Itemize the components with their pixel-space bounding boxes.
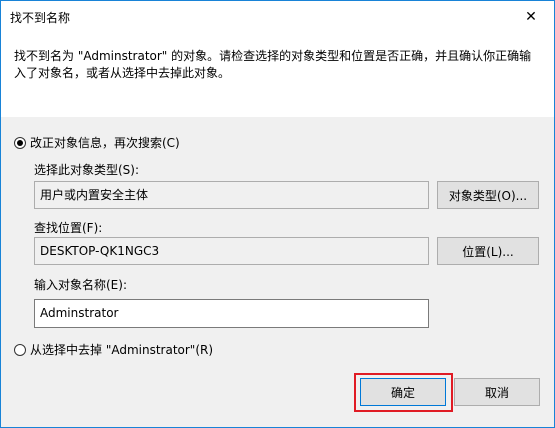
window-title: 找不到名称 (10, 11, 71, 25)
close-icon[interactable]: ✕ (508, 1, 554, 32)
object-types-button[interactable]: 对象类型(O)... (437, 181, 539, 209)
message-area: 找不到名为 "Adminstrator" 的对象。请检查选择的对象类型和位置是否… (1, 32, 554, 117)
radio-correct-label: 改正对象信息，再次搜索(C) (30, 136, 180, 150)
object-type-label: 选择此对象类型(S): (34, 163, 140, 177)
radio-checked-icon[interactable] (14, 136, 26, 149)
error-message: 找不到名为 "Adminstrator" 的对象。请检查选择的对象类型和位置是否… (14, 49, 532, 80)
object-name-label: 输入对象名称(E): (34, 278, 127, 292)
radio-correct-object[interactable]: 改正对象信息，再次搜索(C) (14, 134, 180, 151)
object-type-field: 用户或内置安全主体 (34, 181, 429, 209)
dialog-window: 找不到名称 ✕ 找不到名为 "Adminstrator" 的对象。请检查选择的对… (0, 0, 555, 428)
object-name-input[interactable]: Adminstrator (34, 299, 429, 328)
ok-button-highlight-box (354, 373, 453, 412)
cancel-button[interactable]: 取消 (454, 378, 540, 406)
locations-button[interactable]: 位置(L)... (437, 237, 539, 265)
radio-unchecked-icon[interactable] (14, 343, 26, 356)
location-field: DESKTOP-QK1NGC3 (34, 237, 429, 265)
title-bar: 找不到名称 ✕ (1, 1, 554, 32)
radio-remove-object[interactable]: 从选择中去掉 "Adminstrator"(R) (14, 341, 213, 358)
location-label: 查找位置(F): (34, 221, 103, 235)
radio-remove-label: 从选择中去掉 "Adminstrator"(R) (30, 343, 214, 357)
